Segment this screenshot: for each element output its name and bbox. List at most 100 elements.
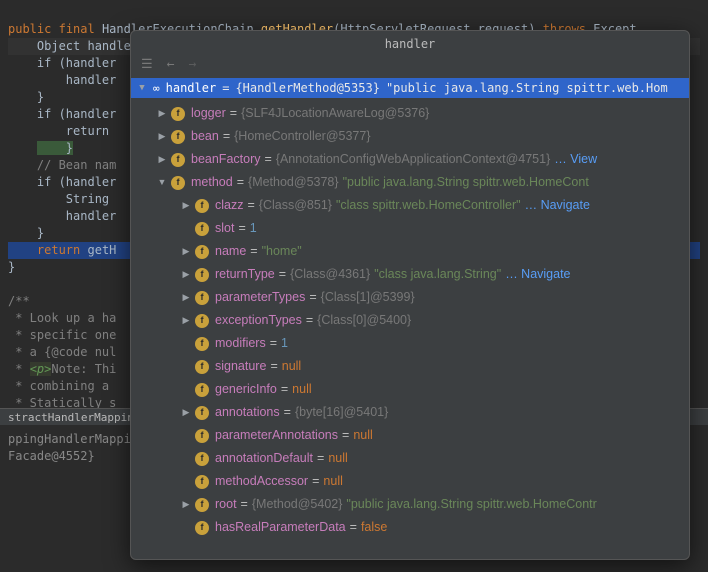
object-ref: {Class@4361} [290, 264, 370, 285]
field-icon: f [171, 153, 185, 167]
root-variable-row[interactable]: ▼ ∞ handler = {HandlerMethod@5353} "publ… [131, 78, 689, 98]
variable-row[interactable]: ▼fmethod = {Method@5378} "public java.la… [131, 171, 689, 194]
navigate-link[interactable]: … Navigate [525, 195, 590, 216]
field-icon: f [195, 199, 209, 213]
variable-row[interactable]: ▶fclazz = {Class@851} "class spittr.web.… [131, 194, 689, 217]
object-ref: {Method@5402} [252, 494, 343, 515]
field-name: annotations [215, 402, 280, 423]
field-icon: f [171, 176, 185, 190]
keyword-value: null [323, 471, 342, 492]
object-ref: {Method@5378} [248, 172, 339, 193]
chevron-right-icon[interactable]: ▶ [157, 149, 167, 170]
variable-row[interactable]: ▶fgenericInfo = null [131, 378, 689, 401]
field-icon: f [195, 406, 209, 420]
chevron-right-icon[interactable]: ▶ [181, 195, 191, 216]
chevron-right-icon[interactable]: ▶ [181, 264, 191, 285]
field-icon: f [195, 498, 209, 512]
variable-tree[interactable]: ▶flogger = {SLF4JLocationAwareLog@5376}▶… [131, 98, 689, 559]
numeric-value: 1 [281, 333, 288, 354]
numeric-value: 1 [250, 218, 257, 239]
object-ref: {SLF4JLocationAwareLog@5376} [241, 103, 429, 124]
keyword-value: null [353, 425, 372, 446]
variable-row[interactable]: ▶fparameterAnnotations = null [131, 424, 689, 447]
variable-row[interactable]: ▶fmodifiers = 1 [131, 332, 689, 355]
chevron-right-icon[interactable]: ▶ [181, 287, 191, 308]
object-ref: {HomeController@5377} [234, 126, 370, 147]
object-ref: {Class[0]@5400} [317, 310, 411, 331]
keyword-value: null [292, 379, 311, 400]
field-name: parameterAnnotations [215, 425, 338, 446]
object-ref: {Class@851} [259, 195, 332, 216]
keyword-value: null [282, 356, 301, 377]
variable-row[interactable]: ▶fsignature = null [131, 355, 689, 378]
field-icon: f [195, 222, 209, 236]
evaluate-popup: handler ☰ ← → ▼ ∞ handler = {HandlerMeth… [130, 30, 690, 560]
string-value: "public java.lang.String spittr.web.Home… [343, 172, 589, 193]
field-name: exceptionTypes [215, 310, 302, 331]
variable-row[interactable]: ▶fmethodAccessor = null [131, 470, 689, 493]
field-name: name [215, 241, 246, 262]
field-name: modifiers [215, 333, 266, 354]
field-name: annotationDefault [215, 448, 313, 469]
field-icon: f [195, 475, 209, 489]
field-name: root [215, 494, 237, 515]
variable-row[interactable]: ▶fname = "home" [131, 240, 689, 263]
field-icon: f [195, 314, 209, 328]
string-value: "home" [262, 241, 302, 262]
field-name: hasRealParameterData [215, 517, 346, 538]
field-name: logger [191, 103, 226, 124]
chevron-right-icon[interactable]: ▶ [181, 310, 191, 331]
popup-title: handler [131, 31, 689, 55]
variable-row[interactable]: ▶flogger = {SLF4JLocationAwareLog@5376} [131, 102, 689, 125]
chevron-right-icon[interactable]: ▶ [181, 494, 191, 515]
back-icon[interactable]: ← [167, 57, 175, 72]
variable-row[interactable]: ▶fexceptionTypes = {Class[0]@5400} [131, 309, 689, 332]
field-name: beanFactory [191, 149, 260, 170]
chevron-right-icon[interactable]: ▶ [157, 103, 167, 124]
field-icon: f [195, 337, 209, 351]
variable-row[interactable]: ▶freturnType = {Class@4361} "class java.… [131, 263, 689, 286]
field-name: signature [215, 356, 266, 377]
field-icon: f [195, 383, 209, 397]
field-icon: f [195, 360, 209, 374]
variable-row[interactable]: ▶froot = {Method@5402} "public java.lang… [131, 493, 689, 516]
forward-icon[interactable]: → [188, 57, 196, 72]
field-name: bean [191, 126, 219, 147]
string-value: "class java.lang.String" [374, 264, 501, 285]
chevron-right-icon[interactable]: ▶ [181, 402, 191, 423]
field-name: methodAccessor [215, 471, 308, 492]
variable-row[interactable]: ▶fbean = {HomeController@5377} [131, 125, 689, 148]
keyword-value: null [328, 448, 347, 469]
field-name: clazz [215, 195, 243, 216]
object-ref: {byte[16]@5401} [295, 402, 388, 423]
variable-row[interactable]: ▶fannotationDefault = null [131, 447, 689, 470]
object-ref: {Class[1]@5399} [321, 287, 415, 308]
field-name: method [191, 172, 233, 193]
field-name: returnType [215, 264, 275, 285]
variable-row[interactable]: ▶fhasRealParameterData = false [131, 516, 689, 539]
navigate-link[interactable]: … Navigate [505, 264, 570, 285]
chevron-down-icon[interactable]: ▼ [157, 172, 167, 193]
string-value: "class spittr.web.HomeController" [336, 195, 521, 216]
field-icon: f [195, 429, 209, 443]
variable-row[interactable]: ▶fslot = 1 [131, 217, 689, 240]
field-icon: f [195, 245, 209, 259]
object-ref: {AnnotationConfigWebApplicationContext@4… [276, 149, 550, 170]
field-icon: f [195, 521, 209, 535]
popup-toolbar: ☰ ← → [131, 55, 689, 78]
variable-row[interactable]: ▶fannotations = {byte[16]@5401} [131, 401, 689, 424]
field-icon: f [195, 291, 209, 305]
chevron-right-icon[interactable]: ▶ [157, 126, 167, 147]
variable-row[interactable]: ▶fparameterTypes = {Class[1]@5399} [131, 286, 689, 309]
field-icon: f [171, 107, 185, 121]
tree-view-icon[interactable]: ☰ [141, 57, 153, 72]
chevron-right-icon[interactable]: ▶ [181, 241, 191, 262]
field-icon: f [195, 452, 209, 466]
chevron-down-icon[interactable]: ▼ [137, 83, 147, 93]
field-icon: f [171, 130, 185, 144]
variable-row[interactable]: ▶fbeanFactory = {AnnotationConfigWebAppl… [131, 148, 689, 171]
string-value: "public java.lang.String spittr.web.Home… [346, 494, 596, 515]
field-name: genericInfo [215, 379, 277, 400]
navigate-link[interactable]: … View [554, 149, 597, 170]
field-name: slot [215, 218, 234, 239]
